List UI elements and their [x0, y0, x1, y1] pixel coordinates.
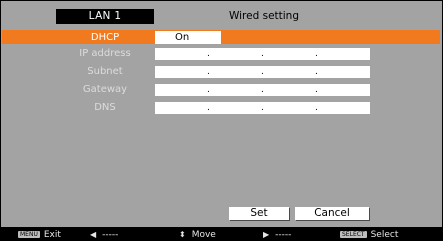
updown-arrow-icon: ⬍ — [179, 230, 186, 239]
subnet-label: Subnet — [87, 66, 123, 77]
ip-separator: . — [261, 85, 264, 95]
ip-separator: . — [315, 49, 318, 59]
gateway-field[interactable]: . . . — [155, 84, 370, 96]
move-label: Move — [191, 230, 216, 240]
page-title: Wired setting — [228, 10, 300, 22]
footer-help-bar: MENU Exit ◀ ----- ⬍ Move ▶ ----- SELECT Selec… — [0, 229, 443, 241]
ip-separator: . — [207, 49, 210, 59]
dns-label: DNS — [94, 102, 116, 113]
footer-left: ◀ ----- — [90, 229, 118, 241]
footer-select: SELECT Select — [340, 229, 398, 241]
select-key-icon: SELECT — [340, 231, 367, 238]
dhcp-label[interactable]: DHCP — [56, 31, 154, 44]
ip-separator: . — [261, 49, 264, 59]
arrow-left-icon: ◀ — [90, 230, 97, 239]
set-button[interactable]: Set — [229, 207, 289, 220]
cancel-button[interactable]: Cancel — [295, 207, 369, 220]
footer-right: ▶ ----- — [263, 229, 291, 241]
right-value: ----- — [275, 230, 292, 240]
gateway-label: Gateway — [82, 84, 128, 95]
footer-move: ⬍ Move — [179, 229, 216, 241]
ip-address-field[interactable]: . . . — [155, 48, 370, 60]
select-label: Select — [370, 230, 399, 240]
ip-separator: . — [207, 103, 210, 113]
screen: LAN 1 Wired setting DHCP On IP address .… — [0, 0, 443, 241]
ip-separator: . — [315, 85, 318, 95]
subnet-field[interactable]: . . . — [155, 66, 370, 78]
ip-separator: . — [261, 67, 264, 77]
left-value: ----- — [102, 230, 119, 240]
ip-separator: . — [207, 85, 210, 95]
ip-separator: . — [261, 103, 264, 113]
ip-separator: . — [315, 67, 318, 77]
tab-lan1[interactable]: LAN 1 — [56, 9, 154, 24]
footer-exit: MENU Exit — [18, 229, 61, 241]
menu-key-icon: MENU — [18, 231, 40, 238]
exit-label: Exit — [43, 230, 61, 240]
ip-separator: . — [315, 103, 318, 113]
ip-address-label: IP address — [79, 48, 131, 59]
dns-field[interactable]: . . . — [155, 102, 370, 114]
dhcp-value[interactable]: On — [155, 31, 221, 44]
ip-separator: . — [207, 67, 210, 77]
wired-setting-panel: LAN 1 Wired setting DHCP On IP address .… — [1, 1, 442, 227]
arrow-right-icon: ▶ — [263, 230, 270, 239]
